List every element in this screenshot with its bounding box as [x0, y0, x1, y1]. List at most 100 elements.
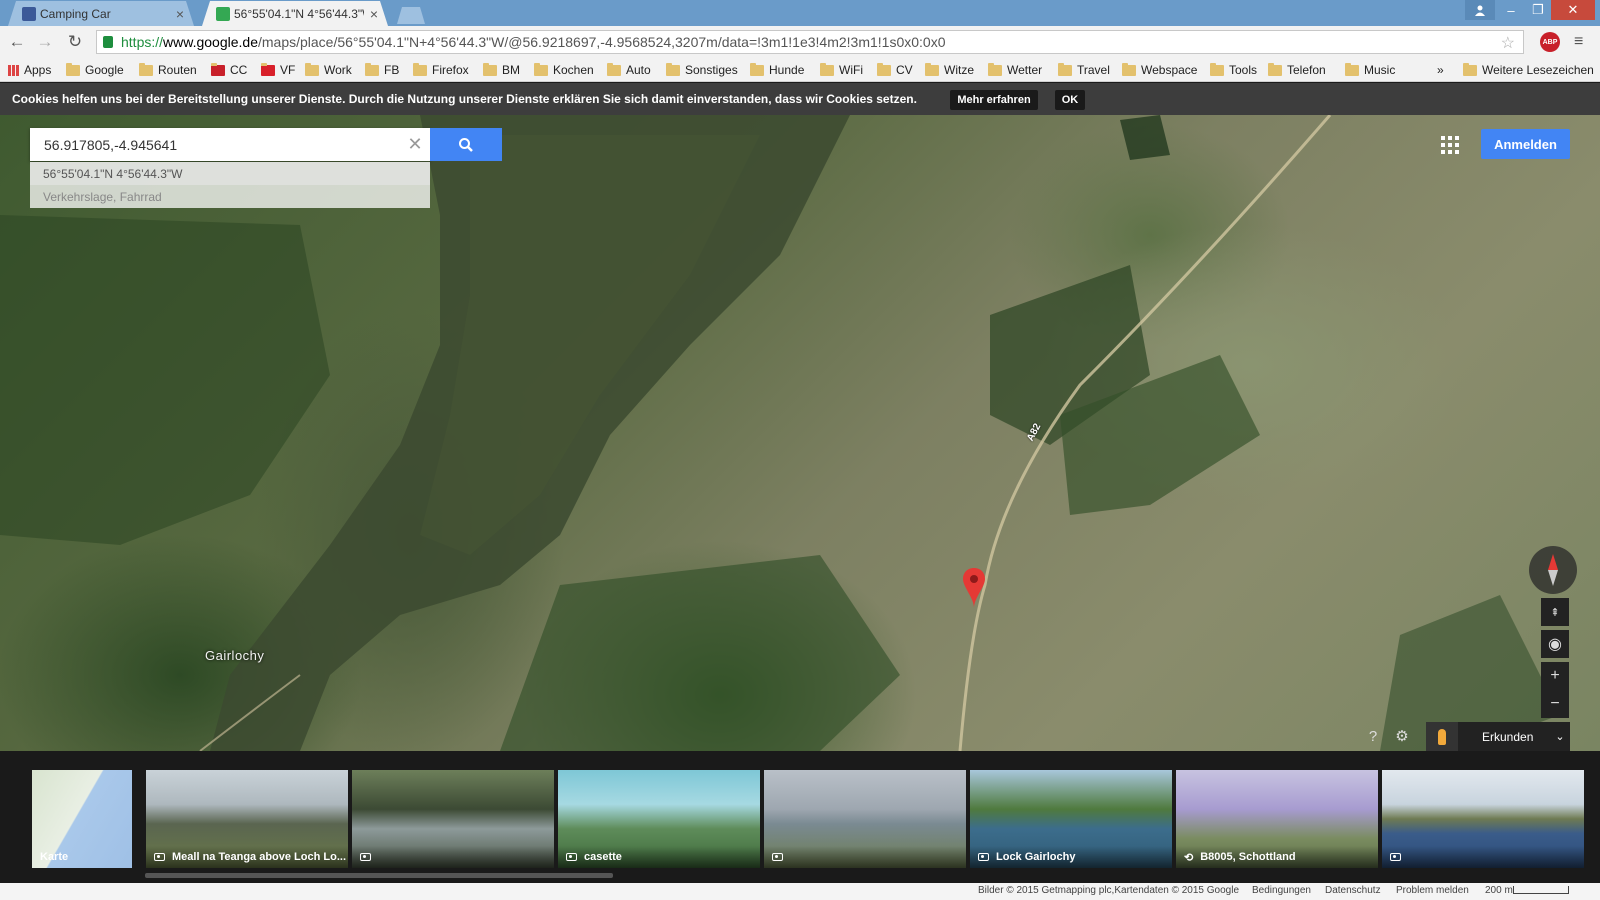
privacy-link[interactable]: Datenschutz	[1325, 885, 1381, 896]
bookmark-cc[interactable]: CC	[211, 62, 247, 78]
explore-label: Erkunden	[1482, 729, 1534, 744]
card-caption	[764, 846, 966, 868]
photo-strip-scrollbar[interactable]	[145, 873, 613, 878]
map-card[interactable]: Karte	[32, 770, 132, 868]
new-tab-button[interactable]	[397, 7, 425, 24]
url-text: https://www.google.de/maps/place/56°55'0…	[121, 34, 946, 50]
my-location-icon[interactable]: ◉	[1541, 630, 1569, 658]
folder-icon	[1122, 62, 1136, 76]
tilt-icon[interactable]: ⇞	[1541, 598, 1569, 626]
settings-gear-icon[interactable]: ⚙	[1392, 726, 1412, 746]
photo-card[interactable]: ⟲ B8005, Schottland	[1176, 770, 1378, 868]
card-caption: Karte	[40, 851, 69, 863]
photo-card[interactable]: Meall na Teanga above Loch Lo...	[146, 770, 348, 868]
bookmark-apps[interactable]: Apps	[8, 62, 51, 78]
suggestion-coordinates[interactable]: 56°55'04.1"N 4°56'44.3"W	[30, 162, 430, 185]
bookmark-work[interactable]: Work	[305, 62, 352, 78]
reload-icon[interactable]: ↻	[64, 31, 86, 53]
apps-grid-icon	[8, 64, 19, 76]
bookmark-wetter[interactable]: Wetter	[988, 62, 1042, 78]
menu-icon[interactable]: ≡	[1574, 33, 1590, 51]
cookie-message: Cookies helfen uns bei der Bereitstellun…	[12, 92, 917, 106]
user-icon[interactable]	[1465, 0, 1495, 20]
bookmark-auto[interactable]: Auto	[607, 62, 651, 78]
scale-bar[interactable]	[1513, 886, 1569, 894]
chevron-down-icon[interactable]: ⌄	[1555, 730, 1564, 743]
tab-google-maps[interactable]: 56°55'04.1"N 4°56'44.3"W ×	[202, 1, 388, 26]
bookmark-firefox[interactable]: Firefox	[413, 62, 469, 78]
place-label-gairlochy: Gairlochy	[205, 648, 265, 663]
suggestion-traffic[interactable]: Verkehrslage, Fahrrad	[30, 185, 430, 208]
report-problem-link[interactable]: Problem melden	[1396, 885, 1469, 896]
bookmark-wifi[interactable]: WiFi	[820, 62, 863, 78]
bookmark-vf[interactable]: VF	[261, 62, 295, 78]
minimize-icon[interactable]: –	[1496, 0, 1526, 20]
photo-card[interactable]: Lock Gairlochy	[970, 770, 1172, 868]
folder-icon	[305, 62, 319, 76]
compass-icon[interactable]	[1529, 546, 1577, 594]
clear-search-icon[interactable]: ✕	[400, 134, 430, 155]
bookmark-cv[interactable]: CV	[877, 62, 913, 78]
folder-icon	[820, 62, 834, 76]
bookmark-routen[interactable]: Routen	[139, 62, 197, 78]
bookmark-tools[interactable]: Tools	[1210, 62, 1257, 78]
bookmark-webspace[interactable]: Webspace	[1122, 62, 1197, 78]
card-caption	[1382, 846, 1584, 868]
card-caption: casette	[558, 846, 760, 868]
bookmark-hunde[interactable]: Hunde	[750, 62, 804, 78]
camera-icon	[978, 853, 989, 861]
close-tab-icon[interactable]: ×	[176, 6, 184, 22]
bookmark-sonstiges[interactable]: Sonstiges	[666, 62, 738, 78]
satellite-map[interactable]: Gairlochy A82	[0, 115, 1600, 751]
pegman-icon[interactable]	[1426, 722, 1458, 751]
bookmark-witze[interactable]: Witze	[925, 62, 974, 78]
photo-card[interactable]	[1382, 770, 1584, 868]
search-box[interactable]: 56.917805,-4.945641 ✕	[30, 128, 430, 161]
help-icon[interactable]: ?	[1363, 726, 1383, 746]
explore-bar[interactable]: Erkunden ⌄	[1426, 722, 1570, 751]
bookmark-bm[interactable]: BM	[483, 62, 520, 78]
terms-link[interactable]: Bedingungen	[1252, 885, 1311, 896]
folder-icon	[1268, 62, 1282, 76]
zoom-in-button[interactable]: +	[1541, 662, 1569, 690]
learn-more-button[interactable]: Mehr erfahren	[950, 90, 1038, 110]
bookmark-kochen[interactable]: Kochen	[534, 62, 594, 78]
search-button[interactable]	[430, 128, 502, 161]
folder-icon	[483, 62, 497, 76]
folder-icon	[607, 62, 621, 76]
google-apps-icon[interactable]	[1441, 136, 1459, 154]
browser-toolbar: ← → ↻ https://www.google.de/maps/place/5…	[0, 26, 1600, 58]
tab-camping-car[interactable]: Camping Car ×	[8, 1, 194, 26]
folder-icon	[534, 62, 548, 76]
address-bar[interactable]: https://www.google.de/maps/place/56°55'0…	[96, 30, 1524, 54]
forward-icon[interactable]: →	[34, 31, 56, 53]
bookmark-telefon[interactable]: Telefon	[1268, 62, 1326, 78]
restore-icon[interactable]: ❐	[1523, 0, 1553, 20]
folder-icon	[66, 62, 80, 76]
adblock-plus-icon[interactable]: ABP	[1540, 32, 1560, 52]
bookmark-music[interactable]: Music	[1345, 62, 1395, 78]
zoom-out-button[interactable]: −	[1541, 690, 1569, 718]
back-icon[interactable]: ←	[6, 31, 28, 53]
sign-in-button[interactable]: Anmelden	[1481, 129, 1570, 159]
folder-icon	[1058, 62, 1072, 76]
bookmark-star-icon[interactable]: ☆	[1501, 33, 1515, 53]
folder-icon	[1345, 62, 1359, 76]
tab-label: 56°55'04.1"N 4°56'44.3"W	[234, 6, 364, 21]
bookmark-fb[interactable]: FB	[365, 62, 399, 78]
map-marker-icon[interactable]	[962, 568, 986, 608]
bookmarks-overflow[interactable]: »	[1437, 62, 1444, 78]
photo-card[interactable]	[764, 770, 966, 868]
close-tab-icon[interactable]: ×	[370, 6, 378, 22]
tab-label: Camping Car	[40, 6, 111, 21]
photo-card[interactable]	[352, 770, 554, 868]
bookmark-other[interactable]: Weitere Lesezeichen	[1463, 62, 1594, 78]
cookie-ok-button[interactable]: OK	[1055, 90, 1085, 110]
search-input[interactable]: 56.917805,-4.945641	[44, 137, 400, 153]
photo-card[interactable]: casette	[558, 770, 760, 868]
bookmark-google[interactable]: Google	[66, 62, 124, 78]
copyright-text: Bilder © 2015 Getmapping plc,Kartendaten…	[978, 885, 1240, 896]
bookmark-travel[interactable]: Travel	[1058, 62, 1110, 78]
window-close-icon[interactable]: ✕	[1551, 0, 1595, 20]
folder-icon	[750, 62, 764, 76]
